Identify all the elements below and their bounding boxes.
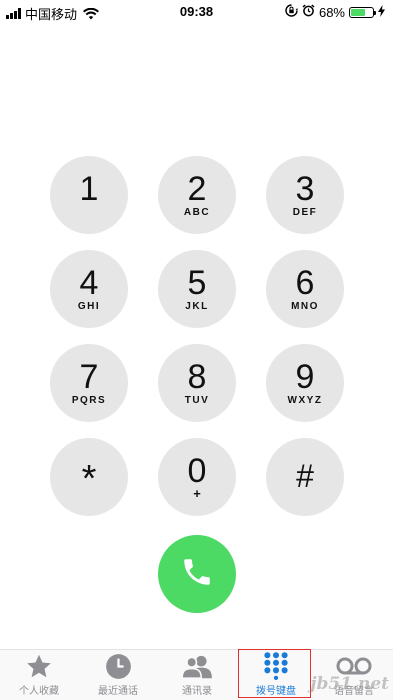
watermark: jb51.net xyxy=(310,674,389,694)
key-4[interactable]: 4 GHI xyxy=(50,250,128,328)
key-letters: GHI xyxy=(77,301,101,312)
key-letters: + xyxy=(193,486,201,501)
key-digit: 1 xyxy=(79,170,99,208)
key-hash[interactable]: # xyxy=(266,438,344,516)
key-1[interactable]: 1 xyxy=(50,156,128,234)
key-letters: JKL xyxy=(185,301,209,312)
charging-bolt-icon xyxy=(378,4,385,20)
rotation-lock-icon xyxy=(285,4,298,20)
key-3[interactable]: 3 DEF xyxy=(266,156,344,234)
battery-icon xyxy=(349,6,376,18)
key-9[interactable]: 9 WXYZ xyxy=(266,344,344,422)
tab-bar: 个人收藏 最近通话 通讯录 拨号键盘 语音留言 jb51.net xyxy=(0,649,393,700)
tab-contacts[interactable]: 通讯录 xyxy=(158,652,236,697)
key-digit: 6 xyxy=(295,264,315,302)
key-digit: # xyxy=(296,458,314,494)
key-letters: PQRS xyxy=(71,395,107,406)
key-letters: MNO xyxy=(291,301,319,312)
key-digit: 7 xyxy=(79,358,99,396)
key-digit: 4 xyxy=(79,264,99,302)
key-digit: * xyxy=(81,458,97,500)
key-digit: 9 xyxy=(295,358,315,396)
battery-percent: 68% xyxy=(318,4,345,20)
tab-label: 最近通话 xyxy=(98,686,138,697)
key-star[interactable]: * xyxy=(50,438,128,516)
tab-label: 个人收藏 xyxy=(19,686,59,697)
key-digit: 0 xyxy=(187,452,207,490)
key-letters: ABC xyxy=(183,207,211,218)
key-digit: 3 xyxy=(295,170,315,208)
status-bar: 中国移动 09:38 68% xyxy=(0,0,393,24)
key-letters: TUV xyxy=(184,395,210,406)
key-0[interactable]: 0 + xyxy=(158,438,236,516)
tab-label: 通讯录 xyxy=(182,686,212,697)
tab-favorites[interactable]: 个人收藏 xyxy=(0,652,78,697)
key-letters: DEF xyxy=(292,207,318,218)
contacts-icon xyxy=(158,652,236,680)
key-8[interactable]: 8 TUV xyxy=(158,344,236,422)
key-digit: 2 xyxy=(187,170,207,208)
star-icon xyxy=(0,652,78,680)
key-2[interactable]: 2 ABC xyxy=(158,156,236,234)
key-5[interactable]: 5 JKL xyxy=(158,250,236,328)
key-digit: 8 xyxy=(187,358,207,396)
tab-recents[interactable]: 最近通话 xyxy=(79,652,157,697)
key-digit: 5 xyxy=(187,264,207,302)
clock-icon xyxy=(79,652,157,680)
key-letters: WXYZ xyxy=(287,395,323,406)
alarm-icon xyxy=(302,4,315,20)
status-right: 68% xyxy=(285,4,385,20)
highlight-box xyxy=(238,649,311,698)
key-7[interactable]: 7 PQRS xyxy=(50,344,128,422)
phone-icon xyxy=(180,555,214,594)
key-6[interactable]: 6 MNO xyxy=(266,250,344,328)
call-button[interactable] xyxy=(158,535,236,613)
